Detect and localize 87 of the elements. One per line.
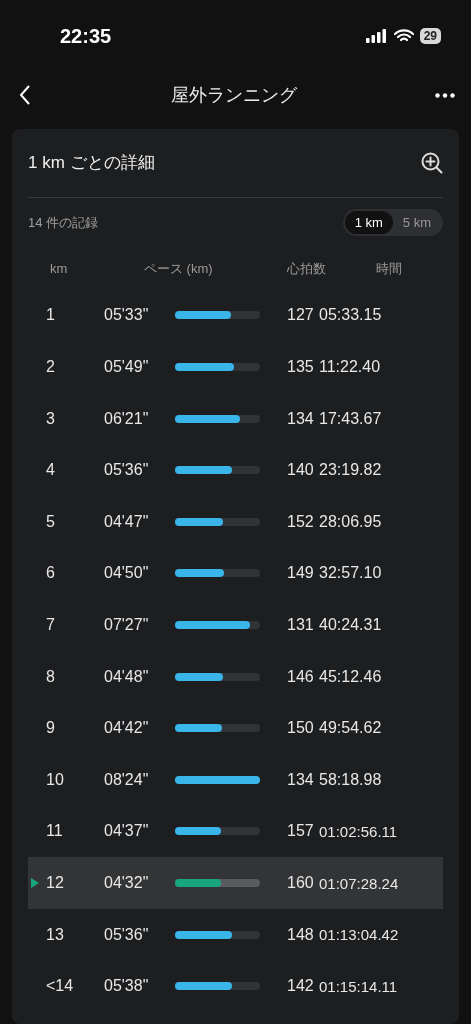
- split-row[interactable]: 2 05'49" 135 11:22.40: [28, 341, 443, 393]
- time-cell-text: 01:15:14.11: [319, 977, 399, 995]
- unit-option[interactable]: 5 km: [392, 211, 441, 235]
- column-header: 時間: [376, 259, 402, 278]
- km-cell: 4: [46, 461, 55, 480]
- km-cell: 6: [46, 564, 55, 583]
- pace-cell-text: 04'50": [104, 564, 150, 583]
- time-cell-text: 58:18.98: [319, 770, 383, 789]
- km-cell: 13: [46, 925, 64, 944]
- time-cell-text: 40:24.31: [319, 616, 383, 635]
- heart-rate-cell: 131: [287, 616, 314, 635]
- heart-rate-cell: 150: [287, 719, 314, 738]
- km-cell: 8: [46, 667, 55, 686]
- time-cell-text: 01:13:04.42: [319, 926, 400, 944]
- heart-rate-cell: 160: [287, 874, 314, 892]
- split-row[interactable]: <14 05'38" 142 01:15:14.11: [28, 960, 443, 1012]
- pace-cell-text: 05'49": [104, 358, 150, 377]
- pace-cell-text: 05'33": [104, 306, 150, 325]
- km-cell: 2: [46, 358, 55, 377]
- km-cell: 7: [46, 616, 55, 635]
- unit-option[interactable]: 1 km: [344, 211, 393, 235]
- split-row[interactable]: 1 05'33" 127 05:33.15: [28, 289, 443, 342]
- heart-rate-cell: 142: [287, 977, 314, 996]
- signal-icon: [365, 29, 386, 44]
- current-marker-icon: [31, 878, 39, 888]
- time-cell-text: 01:02:56.11: [319, 822, 399, 840]
- time-cell-text: 49:54.62: [319, 719, 383, 738]
- split-row[interactable]: 8 04'48" 146 45:12.46: [28, 650, 443, 703]
- time-cell-text: 23:19.82: [319, 461, 383, 480]
- split-row[interactable]: 7 07'27" 131 40:24.31: [28, 599, 443, 651]
- km-cell: 5: [46, 512, 55, 531]
- split-row[interactable]: 5 04'47" 152 28:06.95: [28, 496, 443, 548]
- battery-level: 29: [419, 28, 441, 45]
- column-header: 心拍数: [287, 259, 326, 278]
- km-cell: 11: [46, 822, 63, 841]
- split-row[interactable]: 13 05'36" 148 01:13:04.42: [28, 908, 443, 961]
- time-cell-text: 01:07:28.24: [319, 874, 400, 892]
- split-row[interactable]: 9 04'42" 150 49:54.62: [28, 702, 443, 755]
- back-icon[interactable]: [18, 84, 32, 107]
- time-cell-text: 17:43.67: [319, 409, 383, 428]
- page-title: 屋外ランニング: [170, 84, 297, 108]
- km-cell: 9: [46, 719, 55, 738]
- pace-cell-text: 04'37": [104, 822, 150, 841]
- heart-rate-cell: 148: [287, 925, 314, 944]
- zoom-in-icon[interactable]: [421, 151, 443, 174]
- split-row[interactable]: 10 08'24" 134 58:18.98: [28, 754, 443, 806]
- km-cell: <14: [46, 977, 74, 996]
- km-cell: 12: [46, 874, 64, 892]
- pace-cell-text: 04'48": [104, 667, 150, 686]
- pace-cell-text: 05'36": [104, 925, 150, 944]
- heart-rate-cell: 134: [287, 409, 314, 428]
- heart-rate-cell: 135: [287, 358, 314, 377]
- pace-cell-text: 08'24": [104, 770, 150, 789]
- heart-rate-cell: 157: [287, 822, 314, 841]
- time-cell-text: 28:06.95: [319, 512, 383, 531]
- time-cell-text: 45:12.46: [319, 667, 383, 686]
- km-cell: 10: [46, 770, 64, 789]
- record-count: 14 件の記録: [28, 213, 99, 232]
- column-header: km: [50, 261, 68, 277]
- heart-rate-cell: 149: [287, 564, 314, 583]
- time-cell-text: 32:57.10: [319, 564, 383, 583]
- more-icon[interactable]: [435, 92, 455, 98]
- heart-rate-cell: 127: [287, 306, 314, 325]
- km-cell: 3: [46, 409, 55, 428]
- heart-rate-cell: 146: [287, 667, 314, 686]
- pace-cell-text: 07'27": [104, 616, 150, 635]
- pace-cell-text: 04'42": [104, 719, 150, 738]
- pace-cell-text: 05'36": [104, 461, 150, 480]
- heart-rate-cell: 152: [287, 512, 314, 531]
- selected-split-row[interactable]: 12 04'32" 160 01:07:28.24: [28, 857, 443, 909]
- heart-rate-cell: 140: [287, 461, 314, 480]
- wifi-icon: [393, 29, 414, 44]
- pace-cell-text: 04'32": [104, 874, 150, 892]
- heart-rate-cell: 134: [287, 770, 314, 789]
- split-row[interactable]: 11 04'37" 157 01:02:56.11: [28, 805, 443, 858]
- km-cell: 1: [46, 306, 55, 325]
- pace-cell-text: 06'21": [104, 409, 150, 428]
- time-cell-text: 11:22.40: [319, 358, 382, 377]
- time-cell-text: 05:33.15: [319, 306, 383, 325]
- status-time: 22:35: [60, 24, 113, 48]
- card-title: 1 km ごとの詳細: [28, 152, 155, 175]
- split-row[interactable]: 3 06'21" 134 17:43.67: [28, 392, 443, 445]
- pace-cell-text: 04'47": [104, 512, 150, 531]
- split-row[interactable]: 4 05'36" 140 23:19.82: [28, 444, 443, 497]
- split-row[interactable]: 6 04'50" 149 32:57.10: [28, 547, 443, 600]
- column-header: ペース (km): [144, 259, 213, 278]
- pace-cell-text: 05'38": [104, 977, 150, 996]
